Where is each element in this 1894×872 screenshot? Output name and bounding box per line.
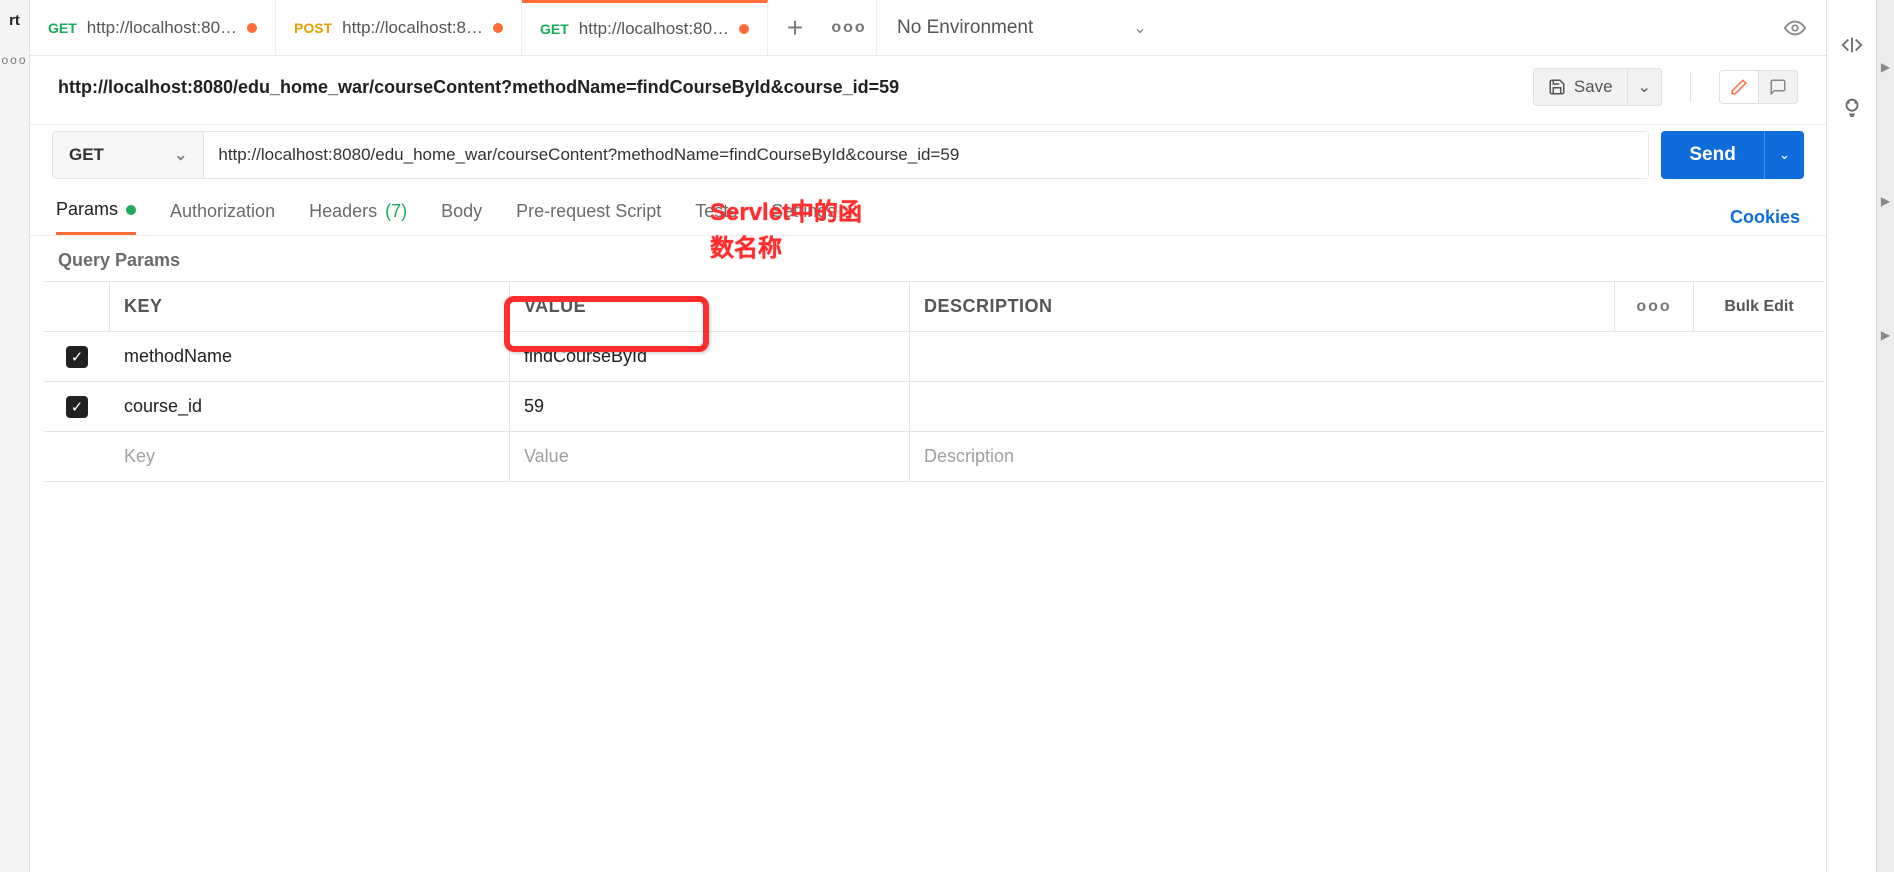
url-text: http://localhost:8080/edu_home_war/cours… [218,145,959,165]
divider [1690,72,1691,102]
url-row: GET ⌄ http://localhost:8080/edu_home_war… [30,125,1826,189]
row-checkbox[interactable]: ✓ [66,396,88,418]
request-tab-2[interactable]: GET http://localhost:80… [522,0,768,55]
triangle-icon: ▶ [1881,194,1890,208]
method-badge: POST [294,20,332,36]
param-key-input[interactable]: course_id [110,382,510,431]
header-checkbox-cell [44,282,110,331]
code-icon[interactable] [1841,34,1863,56]
row-checkbox[interactable]: ✓ [66,346,88,368]
unsaved-dot-icon [739,24,749,34]
method-badge: GET [48,20,77,36]
send-label: Send [1689,144,1735,165]
headers-count: (7) [385,201,407,222]
environment-select[interactable]: No Environment ⌄ [897,17,1147,39]
triangle-icon: ▶ [1881,60,1890,74]
request-title: http://localhost:8080/edu_home_war/cours… [58,77,1517,98]
tab-title: http://localhost:80… [579,19,729,39]
param-description-input[interactable]: Description [910,432,1824,481]
param-description-input[interactable] [910,332,1824,381]
param-value-input[interactable]: Value [510,432,910,481]
request-header-row: http://localhost:8080/edu_home_war/cours… [30,56,1826,125]
environment-label: No Environment [897,17,1033,39]
lightbulb-icon[interactable] [1841,96,1863,118]
tab-headers[interactable]: Headers (7) [309,201,407,234]
method-badge: GET [540,21,569,37]
tab-title: http://localhost:80… [87,18,237,38]
url-box: GET ⌄ http://localhost:8080/edu_home_war… [52,131,1649,179]
triangle-icon: ▶ [1881,328,1890,342]
param-description-input[interactable] [910,382,1824,431]
url-input[interactable]: http://localhost:8080/edu_home_war/cours… [204,132,1648,178]
request-tab-0[interactable]: GET http://localhost:80… [30,0,276,55]
header-description: DESCRIPTION [910,282,1614,331]
table-row-new: Key Value Description [44,432,1824,481]
save-dropdown-button[interactable]: ⌄ [1628,68,1662,106]
tab-settings[interactable]: Settings [771,201,836,234]
method-select[interactable]: GET ⌄ [53,132,204,178]
query-params-label: Query Params [30,236,1826,281]
table-row: ✓ methodName findCourseById [44,332,1824,382]
save-icon [1548,78,1566,96]
header-key: KEY [110,282,510,331]
method-label: GET [69,145,104,165]
save-button[interactable]: Save [1533,68,1628,106]
param-value-input[interactable]: findCourseById [510,332,910,381]
comment-button[interactable] [1759,70,1798,104]
eye-icon[interactable] [1784,17,1806,39]
environment-bar: No Environment ⌄ [876,0,1826,55]
comment-icon [1769,78,1787,96]
tab-title: http://localhost:8… [342,18,483,38]
tab-tests[interactable]: Tests [695,201,737,234]
table-header-row: KEY VALUE DESCRIPTION ooo Bulk Edit [44,282,1824,332]
chevron-down-icon: ⌄ [1779,147,1790,162]
tab-body[interactable]: Body [441,201,482,234]
tabs-more-button[interactable]: ooo [822,0,876,55]
chevron-down-icon: ⌄ [1133,18,1146,38]
save-label: Save [1574,77,1613,97]
tab-params[interactable]: Params [56,199,136,235]
more-dots-icon[interactable]: ooo [1,53,27,67]
chevron-down-icon: ⌄ [174,145,187,165]
param-value-input[interactable]: 59 [510,382,910,431]
tab-prerequest[interactable]: Pre-request Script [516,201,661,234]
window-edge-rail: ▶ ▶ ▶ [1876,0,1894,872]
send-button[interactable]: Send [1661,131,1763,179]
param-key-input[interactable]: methodName [110,332,510,381]
bulk-edit-button[interactable]: Bulk Edit [1694,282,1824,331]
tab-bar: GET http://localhost:80… POST http://loc… [30,0,1826,56]
row-options-button[interactable]: ooo [1614,282,1694,331]
right-sidebar [1826,0,1876,872]
tab-authorization[interactable]: Authorization [170,201,275,234]
query-params-table: KEY VALUE DESCRIPTION ooo Bulk Edit ✓ me… [44,281,1824,482]
edit-button[interactable] [1719,70,1759,104]
unsaved-dot-icon [247,23,257,33]
chevron-down-icon: ⌄ [1638,79,1651,96]
cookies-link[interactable]: Cookies [1730,207,1800,228]
left-sidebar: rt ooo [0,0,30,872]
request-tab-1[interactable]: POST http://localhost:8… [276,0,522,55]
new-tab-button[interactable]: + [768,0,822,55]
send-dropdown-button[interactable]: ⌄ [1764,131,1804,179]
unsaved-dot-icon [493,23,503,33]
param-key-input[interactable]: Key [110,432,510,481]
row-checkbox-empty [44,432,110,481]
params-active-dot-icon [126,205,136,215]
pencil-icon [1730,78,1748,96]
header-value: VALUE [510,282,910,331]
request-subtabs: Params Authorization Headers (7) Body Pr… [30,189,1826,236]
left-rail-text: rt [9,12,20,29]
table-row: ✓ course_id 59 [44,382,1824,432]
